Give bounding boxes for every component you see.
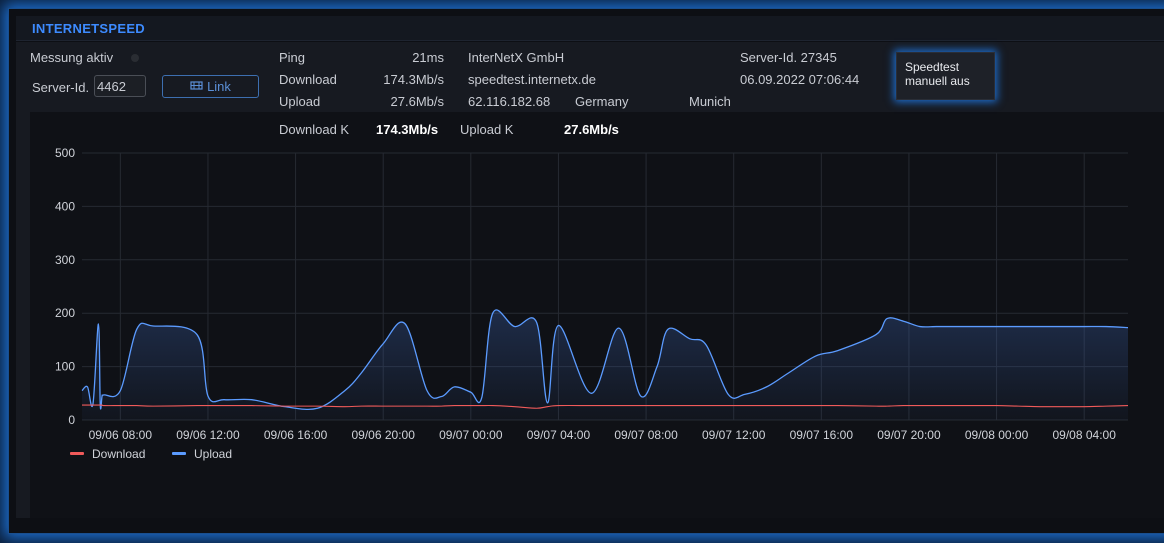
widget-header: INTERNETSPEED [16, 16, 1164, 41]
link-icon [190, 79, 203, 94]
widget-title: INTERNETSPEED [32, 21, 145, 36]
server-city: Munich [689, 94, 731, 109]
upload-value: 27.6Mb/s [390, 94, 444, 109]
server-country: Germany [575, 94, 629, 109]
server-ip: 62.116.182.68 [468, 94, 551, 109]
chart-background [30, 112, 1164, 518]
measurement-active-label: Messung aktiv [30, 50, 114, 65]
server-host: speedtest.internetx.de [468, 72, 596, 87]
download-k-label: Download K [279, 122, 350, 137]
ping-label: Ping [279, 50, 306, 65]
upload-k-label: Upload K [460, 122, 514, 137]
link-button-label: Link [207, 79, 231, 94]
measurement-status-dot[interactable] [131, 54, 139, 62]
server-id-remote: Server-Id. 27345 [740, 50, 837, 65]
provider-name: InterNetX GmbH [468, 50, 565, 65]
download-value: 174.3Mb/s [383, 72, 444, 87]
server-id-label: Server-Id. [32, 80, 90, 95]
measurement-timestamp: 06.09.2022 07:06:44 [740, 72, 860, 87]
upload-k-value: 27.6Mb/s [564, 122, 619, 137]
download-k-value: 174.3Mb/s [376, 122, 439, 137]
download-label: Download [279, 72, 337, 87]
server-id-input[interactable] [94, 75, 146, 97]
link-button[interactable]: Link [162, 75, 259, 98]
upload-label: Upload [279, 94, 321, 109]
ping-value: 21ms [412, 50, 444, 65]
speedtest-manual-off-button[interactable]: Speedtest manuell aus [896, 52, 995, 100]
